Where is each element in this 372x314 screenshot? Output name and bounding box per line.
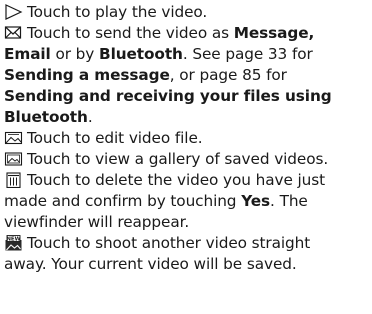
new-video-line-2: away. Your current video will be saved. xyxy=(4,254,372,275)
new-video-instruction: NEW Touch to shoot another video straigh… xyxy=(4,233,372,254)
send-text-5: . xyxy=(87,108,93,126)
send-text-3: . See page 33 for xyxy=(182,45,313,63)
play-instruction: Touch to play the video. xyxy=(4,2,372,23)
send-text-4: , or page 85 for xyxy=(169,66,287,84)
email-option: Email xyxy=(4,45,51,63)
bluetooth-option: Bluetooth xyxy=(99,45,183,63)
delete-text-3: . The xyxy=(270,192,308,210)
bluetooth-files-ref-1: Sending and receiving your files using xyxy=(4,87,332,105)
play-text: Touch to play the video. xyxy=(27,3,208,21)
new-video-text-2: away. Your current video will be saved. xyxy=(4,255,297,273)
edit-text: Touch to edit video file. xyxy=(27,129,203,147)
delete-text-1: Touch to delete the video you have just xyxy=(27,171,326,189)
trash-icon[interactable] xyxy=(4,172,23,188)
edit-instruction: Touch to edit video file. xyxy=(4,128,372,149)
send-text-1: Touch to send the video as xyxy=(27,24,234,42)
delete-text-2: made and confirm by touching xyxy=(4,192,242,210)
bluetooth-files-ref-2: Bluetooth xyxy=(4,108,88,126)
delete-line-3: viewfinder will reappear. xyxy=(4,212,372,233)
gallery-text: Touch to view a gallery of saved videos. xyxy=(27,150,329,168)
send-line-5: Bluetooth. xyxy=(4,107,372,128)
edit-video-icon[interactable] xyxy=(4,130,23,146)
yes-option: Yes xyxy=(241,192,271,210)
new-video-icon[interactable]: NEW xyxy=(4,235,23,251)
send-instruction: Touch to send the video as Message, xyxy=(4,23,372,44)
new-badge-text: NEW xyxy=(6,237,20,243)
envelope-icon[interactable] xyxy=(4,25,23,41)
message-option: Message, xyxy=(233,24,315,42)
send-line-2: Email or by Bluetooth. See page 33 for xyxy=(4,44,372,65)
new-video-text-1: Touch to shoot another video straight xyxy=(27,234,311,252)
sending-message-ref: Sending a message xyxy=(4,66,170,84)
send-text-2: or by xyxy=(50,45,100,63)
gallery-instruction: Touch to view a gallery of saved videos. xyxy=(4,149,372,170)
delete-instruction: Touch to delete the video you have just xyxy=(4,170,372,191)
gallery-icon[interactable] xyxy=(4,151,23,167)
play-icon[interactable] xyxy=(4,4,23,20)
send-line-4: Sending and receiving your files using xyxy=(4,86,372,107)
delete-line-2: made and confirm by touching Yes. The xyxy=(4,191,372,212)
delete-text-4: viewfinder will reappear. xyxy=(4,213,190,231)
send-line-3: Sending a message, or page 85 for xyxy=(4,65,372,86)
instruction-page: Touch to play the video. Touch to send t… xyxy=(0,0,372,314)
